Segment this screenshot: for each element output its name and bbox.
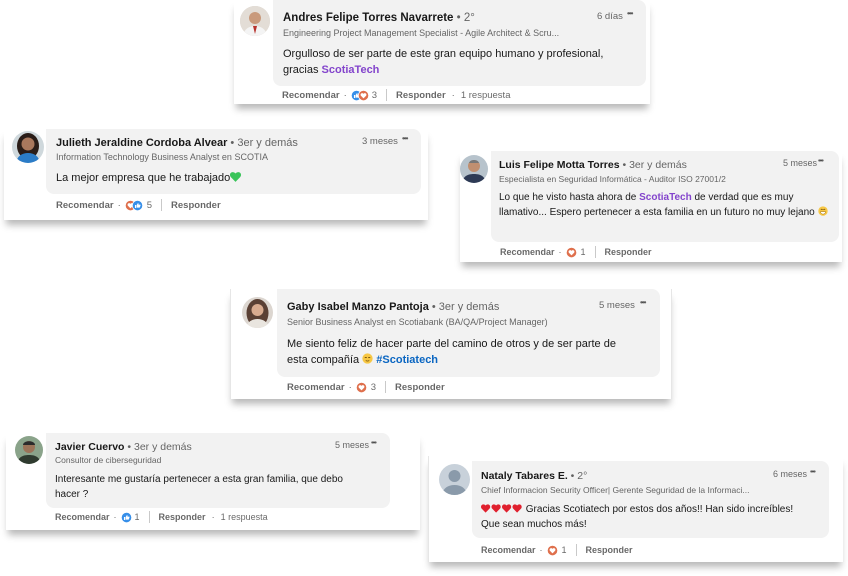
comment-card: Gaby Isabel Manzo Pantoja • 3er y demás … [230, 289, 672, 399]
comment-actions: Recomendar · 1 Responder [500, 246, 652, 258]
reply-button[interactable]: Responder [395, 382, 445, 393]
recommend-button[interactable]: Recomendar [500, 247, 555, 257]
reaction-icons[interactable] [355, 381, 367, 393]
author-name[interactable]: Javier Cuervo [55, 441, 124, 453]
more-options-icon[interactable]: ••• [371, 438, 377, 447]
recommend-button[interactable]: Recomendar [56, 200, 114, 211]
connection-degree: • 3er y demás [619, 159, 687, 171]
author-name[interactable]: Andres Felipe Torres Navarrete [283, 12, 453, 24]
comment-actions: Recomendar · 1 Responder · 1 respuesta [55, 511, 268, 523]
reaction-icons[interactable] [120, 511, 132, 523]
reply-button[interactable]: Responder [605, 247, 652, 257]
comment-text: Interesante me gustaría pertenecer a est… [55, 474, 343, 500]
author-headline: Engineering Project Management Specialis… [283, 28, 560, 38]
author-headline: Information Technology Business Analyst … [56, 152, 268, 162]
more-options-icon[interactable]: ••• [402, 134, 408, 143]
author-headline: Especialista en Seguridad Informática - … [499, 174, 726, 184]
reply-button[interactable]: Responder [586, 545, 633, 555]
reaction-icons[interactable] [565, 246, 577, 258]
comment-time: 5 meses [599, 300, 635, 311]
connection-degree: • 3er y demás [124, 441, 192, 453]
author-headline: Chief Informacion Security Officer| Gere… [481, 485, 750, 495]
recommend-button[interactable]: Recomendar [481, 545, 536, 555]
reply-button[interactable]: Responder [171, 200, 221, 211]
comment-card: Nataly Tabares E. • 2° Chief Informacion… [428, 456, 843, 562]
recommend-button[interactable]: Recomendar [287, 382, 345, 393]
replies-count[interactable]: 1 respuesta [221, 512, 268, 522]
comment-actions: Recomendar · 3 Responder [287, 381, 445, 393]
comment-card: Andres Felipe Torres Navarrete • 2° Engi… [234, 0, 650, 104]
comment-time: 6 meses [773, 469, 808, 479]
avatar[interactable] [460, 155, 488, 183]
comment-actions: Recomendar · 5 Responder [56, 199, 221, 211]
avatar[interactable] [439, 464, 470, 495]
reaction-icons[interactable] [124, 199, 143, 211]
comment-time: 5 meses [783, 158, 818, 168]
author-name[interactable]: Luis Felipe Motta Torres [499, 159, 620, 171]
comment-actions: Recomendar · 1 Responder [481, 544, 633, 556]
connection-degree: • 3er y demás [227, 137, 298, 149]
author-name[interactable]: Julieth Jeraldine Cordoba Alvear [56, 137, 227, 149]
avatar[interactable] [242, 297, 273, 328]
avatar[interactable] [12, 131, 44, 163]
avatar[interactable] [240, 6, 270, 36]
reaction-count[interactable]: 3 [371, 382, 376, 393]
comment-bubble: Gaby Isabel Manzo Pantoja • 3er y demás … [277, 289, 660, 377]
comment-text: Me siento feliz de hacer parte del camin… [287, 338, 616, 366]
reaction-count[interactable]: 1 [581, 247, 586, 257]
comment-bubble: Julieth Jeraldine Cordoba Alvear • 3er y… [46, 129, 421, 194]
green-heart-icon [230, 172, 242, 182]
comment-bubble: Luis Felipe Motta Torres • 3er y demás E… [491, 151, 839, 242]
reaction-count[interactable]: 5 [147, 200, 152, 211]
love-icon [357, 89, 369, 101]
replies-count[interactable]: 1 respuesta [461, 90, 511, 101]
comment-text: Gracias Scotiatech por estos dos años!! … [481, 504, 794, 530]
mention-link[interactable]: ScotiaTech [639, 192, 692, 203]
connection-degree: • 3er y demás [428, 301, 500, 313]
more-options-icon[interactable]: ••• [810, 467, 816, 476]
love-icon [546, 544, 558, 556]
relieved-emoji-icon [362, 353, 373, 364]
comment-time: 6 días [597, 11, 623, 22]
recommend-button[interactable]: Recomendar [282, 90, 340, 101]
grin-emoji-icon [817, 205, 828, 216]
hashtag-link[interactable]: #Scotiatech [376, 354, 438, 366]
reaction-icons[interactable] [546, 544, 558, 556]
comment-card: Julieth Jeraldine Cordoba Alvear • 3er y… [4, 129, 428, 220]
reaction-count[interactable]: 1 [562, 545, 567, 555]
like-icon [131, 199, 143, 211]
love-icon [355, 381, 367, 393]
reaction-count[interactable]: 3 [372, 90, 377, 101]
comment-text: La mejor empresa que he trabajado [56, 172, 242, 184]
author-headline: Senior Business Analyst en Scotiabank (B… [287, 317, 548, 327]
reply-button[interactable]: Responder [396, 90, 446, 101]
love-icon [565, 246, 577, 258]
more-options-icon[interactable]: ••• [627, 9, 633, 18]
recommend-button[interactable]: Recomendar [55, 512, 110, 522]
comment-card: Luis Felipe Motta Torres • 3er y demás E… [460, 151, 842, 262]
like-icon [120, 511, 132, 523]
reply-button[interactable]: Responder [159, 512, 206, 522]
author-name[interactable]: Nataly Tabares E. [481, 470, 568, 482]
comment-time: 3 meses [362, 136, 398, 147]
comment-time: 5 meses [335, 440, 370, 450]
more-options-icon[interactable]: ••• [818, 156, 824, 165]
author-headline: Consultor de ciberseguridad [55, 455, 162, 465]
comment-bubble: Andres Felipe Torres Navarrete • 2° Engi… [273, 0, 646, 86]
comment-text: Orgulloso de ser parte de este gran equi… [283, 48, 604, 76]
reaction-count[interactable]: 1 [135, 512, 140, 522]
comment-text: Lo que he visto hasta ahora de ScotiaTec… [499, 191, 829, 220]
red-hearts-icon [481, 504, 523, 515]
avatar[interactable] [15, 436, 43, 464]
connection-degree: • 2° [567, 470, 588, 482]
comment-bubble: Javier Cuervo • 3er y demás Consultor de… [46, 433, 390, 508]
author-name[interactable]: Gaby Isabel Manzo Pantoja [287, 301, 429, 313]
mention-link[interactable]: ScotiaTech [322, 64, 380, 76]
connection-degree: • 2° [453, 12, 475, 24]
comment-bubble: Nataly Tabares E. • 2° Chief Informacion… [472, 461, 829, 538]
more-options-icon[interactable]: ••• [640, 298, 646, 307]
comment-actions: Recomendar · 3 Responder · 1 respuesta [282, 89, 511, 101]
comment-card: Javier Cuervo • 3er y demás Consultor de… [6, 433, 420, 530]
reaction-icons[interactable] [350, 89, 369, 101]
